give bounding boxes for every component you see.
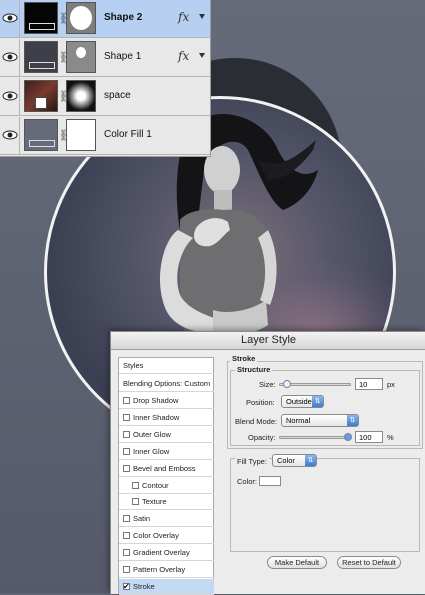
size-unit: px — [387, 380, 395, 389]
opacity-slider[interactable] — [279, 433, 352, 441]
fill-type-select[interactable]: Color ⇅ — [272, 454, 317, 467]
make-default-button[interactable]: Make Default — [267, 556, 327, 569]
layers-panel: ⛓ Shape 2 fx ⛓ Shape 1 fx ⛓ space — [0, 0, 211, 157]
layer-mask-thumbnail[interactable] — [66, 119, 96, 151]
layer-thumbnail[interactable] — [24, 2, 58, 34]
fx-icon[interactable]: fx — [178, 10, 189, 24]
effect-item-texture[interactable]: Texture — [119, 494, 214, 511]
effect-label: Contour — [142, 480, 169, 490]
styles-header[interactable]: Styles — [119, 358, 214, 374]
layer-row-shape-1[interactable]: ⛓ Shape 1 fx — [0, 39, 210, 77]
effect-label: Pattern Overlay — [133, 565, 186, 574]
layer-mask-thumbnail[interactable] — [66, 80, 96, 112]
opacity-unit: % — [387, 433, 394, 442]
color-label: Color: — [237, 477, 258, 486]
effect-label: Satin — [133, 514, 151, 524]
effect-label: Stroke — [133, 581, 155, 591]
effect-label: Outer Glow — [133, 429, 171, 439]
effect-label: Texture — [142, 497, 167, 507]
layer-thumbnail[interactable] — [24, 41, 58, 73]
blending-options-item[interactable]: Blending Options: Custom — [119, 376, 214, 392]
fill-type-group — [230, 458, 420, 552]
position-value: Outside — [286, 397, 312, 406]
effect-label: Inner Glow — [133, 446, 170, 456]
effect-label: Drop Shadow — [133, 396, 179, 405]
effect-checkbox[interactable] — [123, 532, 130, 540]
effect-checkbox[interactable] — [123, 413, 130, 421]
effect-item-outer-glow[interactable]: Outer Glow — [119, 427, 214, 443]
blend-mode-select[interactable]: Normal ⇅ — [281, 414, 359, 427]
size-input[interactable]: 10 — [355, 378, 383, 390]
effect-item-color-overlay[interactable]: Color Overlay — [119, 528, 214, 545]
effect-checkbox[interactable] — [123, 397, 130, 404]
effect-item-inner-shadow[interactable]: Inner Shadow — [119, 410, 214, 426]
reset-to-default-button[interactable]: Reset to Default — [337, 556, 401, 569]
opacity-input[interactable]: 100 — [355, 431, 383, 443]
layer-row-shape-2[interactable]: ⛓ Shape 2 fx — [0, 0, 210, 38]
stroke-color-swatch[interactable] — [259, 476, 281, 486]
effect-checkbox[interactable] — [132, 498, 139, 506]
effect-label: Bevel and Emboss — [133, 463, 196, 473]
effect-label: Color Overlay — [133, 531, 179, 541]
fill-type-value: Color — [277, 456, 295, 465]
updown-arrows-icon: ⇅ — [347, 415, 358, 426]
effect-item-pattern-overlay[interactable]: Pattern Overlay — [119, 562, 214, 578]
effect-item-bevel-and-emboss[interactable]: Bevel and Emboss — [119, 461, 214, 477]
layer-name[interactable]: space — [104, 90, 131, 101]
blend-mode-label: Blend Mode: — [235, 417, 278, 426]
disclosure-triangle-icon[interactable] — [199, 53, 205, 58]
eye-icon[interactable] — [2, 88, 18, 104]
position-select[interactable]: Outside ⇅ — [281, 395, 324, 408]
size-label: Size: — [259, 380, 276, 389]
effect-item-drop-shadow[interactable]: Drop Shadow — [119, 393, 214, 409]
effect-checkbox[interactable] — [132, 481, 139, 489]
layer-style-dialog: Layer Style Styles Blending Options: Cus… — [110, 331, 425, 595]
eye-icon[interactable] — [2, 10, 18, 26]
effect-item-inner-glow[interactable]: Inner Glow — [119, 444, 214, 460]
position-label: Position: — [246, 398, 275, 407]
layer-thumbnail[interactable] — [24, 80, 58, 112]
vector-mask-thumbnail[interactable] — [66, 2, 96, 34]
effect-label: Gradient Overlay — [133, 548, 190, 558]
effect-label: Inner Shadow — [133, 412, 180, 422]
dialog-title[interactable]: Layer Style — [111, 332, 425, 350]
effect-item-stroke[interactable]: Stroke — [119, 578, 214, 595]
opacity-slider-knob[interactable] — [344, 433, 352, 441]
opacity-label: Opacity: — [248, 433, 276, 442]
effect-checkbox[interactable] — [123, 566, 130, 573]
fx-icon[interactable]: fx — [178, 49, 189, 63]
blend-mode-value: Normal — [286, 416, 311, 425]
updown-arrows-icon: ⇅ — [305, 455, 316, 466]
size-slider-knob[interactable] — [282, 380, 291, 388]
layer-name[interactable]: Color Fill 1 — [104, 129, 152, 140]
effect-item-satin[interactable]: Satin — [119, 511, 214, 528]
effect-checkbox[interactable] — [123, 549, 130, 557]
effect-checkbox[interactable] — [123, 430, 130, 438]
size-slider[interactable] — [279, 380, 351, 388]
effect-item-contour[interactable]: Contour — [119, 478, 214, 494]
layer-row-space[interactable]: ⛓ space — [0, 78, 210, 116]
layer-name[interactable]: Shape 1 — [104, 51, 141, 62]
fill-type-label: Fill Type: — [235, 457, 269, 466]
effect-checkbox[interactable] — [123, 464, 130, 472]
disclosure-triangle-icon[interactable] — [199, 14, 205, 19]
styles-list: Styles Blending Options: Custom Drop Sha… — [118, 357, 214, 595]
structure-title: Structure — [235, 365, 273, 374]
effect-checkbox[interactable] — [123, 579, 130, 595]
layer-row-color-fill-1[interactable]: ⛓ Color Fill 1 — [0, 117, 210, 155]
eye-icon[interactable] — [2, 49, 18, 65]
stroke-section-title: Stroke — [230, 354, 258, 363]
layer-name[interactable]: Shape 2 — [104, 12, 142, 23]
updown-arrows-icon: ⇅ — [312, 396, 323, 407]
eye-icon[interactable] — [2, 127, 18, 143]
effect-checkbox[interactable] — [123, 515, 130, 523]
layer-thumbnail[interactable] — [24, 119, 58, 151]
effect-item-gradient-overlay[interactable]: Gradient Overlay — [119, 545, 214, 562]
effect-checkbox[interactable] — [123, 447, 130, 455]
vector-mask-thumbnail[interactable] — [66, 41, 96, 73]
